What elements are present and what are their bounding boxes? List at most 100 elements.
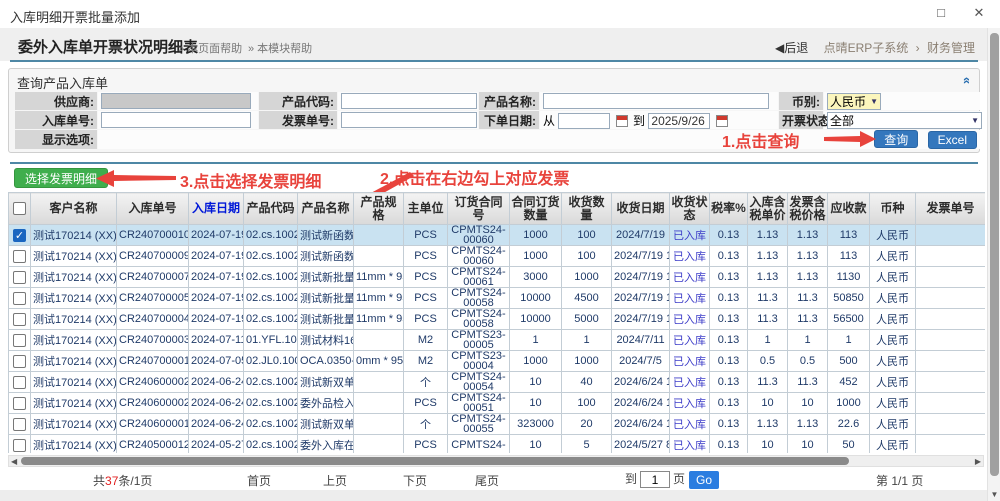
column-header[interactable]: 产品规格 — [354, 193, 404, 225]
table-cell: 1.13 — [788, 246, 828, 267]
page-help-link[interactable]: » 本页面帮助 — [178, 40, 242, 56]
select-invoice-detail-button[interactable]: 选择发票明细 — [14, 168, 108, 188]
table-row[interactable]: 测试170214 (XX)CR2407000032024-07-1101.YFL… — [9, 330, 986, 351]
table-row[interactable]: ✓测试170214 (XX)CR2407000102024-07-1902.cs… — [9, 225, 986, 246]
last-page-link[interactable]: 尾页 — [475, 472, 499, 489]
select-all-checkbox[interactable] — [13, 202, 26, 215]
column-header[interactable]: 发票单号 — [916, 193, 986, 225]
table-cell: 11.3 — [788, 372, 828, 393]
column-header[interactable]: 合同订货数量 — [510, 193, 562, 225]
currency-select[interactable]: 人民币 ▼ — [827, 93, 881, 110]
supplier-input[interactable] — [101, 93, 251, 109]
scroll-right-icon[interactable]: ▶ — [975, 456, 981, 467]
column-header[interactable]: 发票含税价格 — [788, 193, 828, 225]
table-cell: 2024/6/24 16 — [612, 414, 670, 435]
inbound-no-input[interactable] — [101, 112, 251, 128]
row-checkbox[interactable]: ✓ — [13, 229, 26, 242]
column-header[interactable]: 订货合同号 — [448, 193, 510, 225]
column-header[interactable]: 收货状态 — [670, 193, 710, 225]
table-cell: 1 — [510, 330, 562, 351]
table-cell: 11mm * 95m — [354, 309, 404, 330]
row-checkbox[interactable] — [13, 376, 26, 389]
table-row[interactable]: 测试170214 (XX)CR2407000072024-07-1902.cs.… — [9, 267, 986, 288]
table-cell — [354, 372, 404, 393]
column-header[interactable]: 收货日期 — [612, 193, 670, 225]
back-link[interactable]: ◀后退 — [775, 41, 808, 55]
breadcrumb-module[interactable]: 财务管理 — [927, 41, 975, 55]
column-header[interactable]: 产品名称 — [298, 193, 354, 225]
column-header[interactable]: 币种 — [870, 193, 916, 225]
row-checkbox[interactable] — [13, 439, 26, 452]
column-header[interactable]: 产品代码 — [244, 193, 298, 225]
scroll-down-icon[interactable]: ▼ — [988, 490, 1000, 499]
table-row[interactable]: 测试170214 (XX)CR2406000022024-06-2402.cs.… — [9, 372, 986, 393]
row-checkbox[interactable] — [13, 355, 26, 368]
row-checkbox[interactable] — [13, 397, 26, 410]
table-cell: 02.cs.100246 — [244, 267, 298, 288]
column-header[interactable]: 主单位 — [404, 193, 448, 225]
table-cell: 2024-07-19 — [189, 309, 244, 330]
column-header[interactable]: 入库含税单价 — [748, 193, 788, 225]
date-to-input[interactable] — [648, 113, 710, 129]
horizontal-scrollbar-thumb[interactable] — [21, 457, 849, 465]
column-header[interactable]: 客户名称 — [31, 193, 117, 225]
product-name-input[interactable] — [543, 93, 769, 109]
horizontal-scrollbar[interactable]: ◀ ▶ — [8, 455, 984, 467]
table-cell: 50 — [828, 435, 870, 454]
table-cell — [916, 393, 986, 414]
invoice-no-input[interactable] — [341, 112, 477, 128]
row-checkbox[interactable] — [13, 313, 26, 326]
table-cell — [916, 372, 986, 393]
first-page-link[interactable]: 首页 — [247, 472, 271, 489]
row-checkbox-cell — [9, 267, 31, 288]
excel-button[interactable]: Excel — [928, 131, 977, 149]
module-help-link[interactable]: » 本模块帮助 — [248, 40, 312, 56]
row-checkbox[interactable] — [13, 334, 26, 347]
table-cell: 个 — [404, 372, 448, 393]
table-cell: CR240700009 — [117, 246, 189, 267]
table-cell: 1130 — [828, 267, 870, 288]
column-header[interactable]: 入库单号 — [117, 193, 189, 225]
page-number-input[interactable] — [640, 471, 670, 488]
table-row[interactable]: 测试170214 (XX)CR2407000092024-07-1902.cs.… — [9, 246, 986, 267]
table-cell: 02.cs.100244 — [244, 372, 298, 393]
table-row[interactable]: 测试170214 (XX)CR2407000042024-07-1902.cs.… — [9, 309, 986, 330]
prev-page-link[interactable]: 上页 — [323, 472, 347, 489]
product-code-input[interactable] — [341, 93, 477, 109]
row-checkbox[interactable] — [13, 292, 26, 305]
scroll-left-icon[interactable]: ◀ — [11, 456, 17, 467]
column-header[interactable]: 税率% — [710, 193, 748, 225]
row-checkbox[interactable] — [13, 418, 26, 431]
page-info: 第 1/1 页 — [876, 472, 923, 489]
row-checkbox[interactable] — [13, 250, 26, 263]
table-cell: CR240700007 — [117, 267, 189, 288]
table-row[interactable]: 测试170214 (XX)CR2407000012024-07-0502.JL0… — [9, 351, 986, 372]
table-cell: 测试170214 (XX) — [31, 435, 117, 454]
table-cell: 10 — [748, 435, 788, 454]
table-row[interactable]: 测试170214 (XX)CR2407000052024-07-1902.cs.… — [9, 288, 986, 309]
row-checkbox[interactable] — [13, 271, 26, 284]
invoice-status-select[interactable]: 全部 ▼ — [827, 112, 982, 129]
date-from-input[interactable] — [558, 113, 610, 129]
query-button[interactable]: 查询 — [874, 130, 918, 148]
close-icon[interactable]: ✕ — [970, 5, 988, 21]
table-cell: 已入库 — [670, 414, 710, 435]
vertical-scrollbar-thumb[interactable] — [990, 33, 999, 476]
table-cell: 0.13 — [710, 393, 748, 414]
table-cell: 已入库 — [670, 267, 710, 288]
column-header[interactable]: 收货数量 — [562, 193, 612, 225]
table-cell: 11.3 — [748, 372, 788, 393]
vertical-scrollbar[interactable]: ▼ — [987, 28, 1000, 501]
collapse-icon[interactable]: » — [958, 77, 973, 84]
table-row[interactable]: 测试170214 (XX)CR2406000012024-06-2402.cs.… — [9, 414, 986, 435]
next-page-link[interactable]: 下页 — [403, 472, 427, 489]
column-header[interactable]: 应收款 — [828, 193, 870, 225]
breadcrumb-system[interactable]: 点晴ERP子系统 — [824, 41, 909, 55]
go-button[interactable]: Go — [689, 471, 719, 489]
calendar-icon[interactable] — [616, 115, 628, 127]
calendar-icon[interactable] — [716, 115, 728, 127]
table-row[interactable]: 测试170214 (XX)CR2406000022024-06-2402.cs.… — [9, 393, 986, 414]
table-row[interactable]: 测试170214 (XX)CR2405000122024-05-2702.cs.… — [9, 435, 986, 454]
maximize-icon[interactable]: □ — [932, 5, 950, 20]
column-header[interactable]: 入库日期 — [189, 193, 244, 225]
